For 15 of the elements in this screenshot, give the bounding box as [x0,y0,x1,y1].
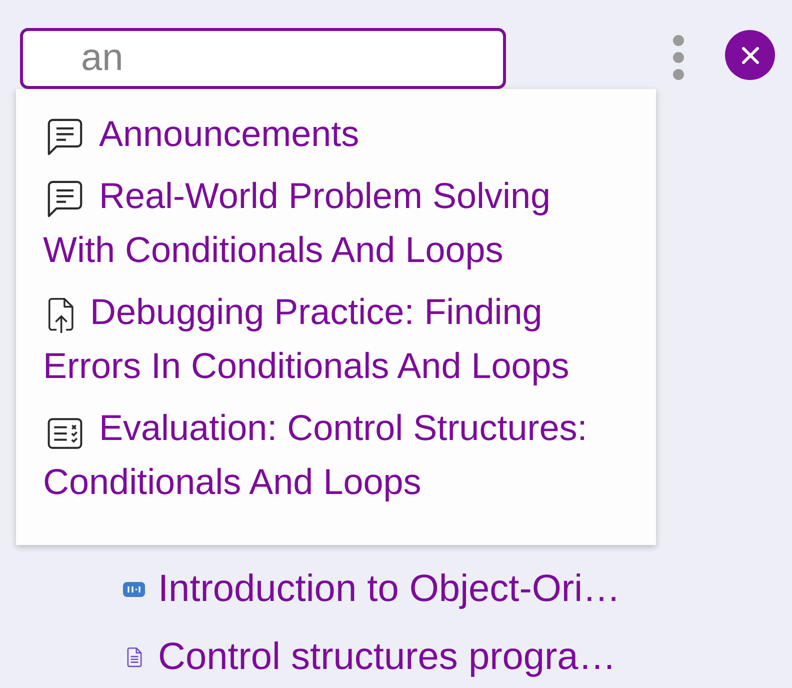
search-result-link[interactable]: Evaluation: Control Structures: Conditionals And Loops [43,401,610,509]
close-button[interactable] [725,30,775,80]
search-result-link[interactable]: Real-World Problem Solving With Conditionals And Loops [43,169,610,277]
activity-link[interactable]: Control structures progra… [158,636,616,678]
checklist-icon [47,417,83,450]
search-result-link[interactable]: Debugging Practice: Finding Errors In Conditionals And Loops [43,285,610,393]
chat-bubble-icon [47,118,83,156]
activity-link[interactable]: Introduction to Object-Ori… [158,568,621,610]
chat-bubble-icon [47,180,83,218]
close-icon [742,46,758,64]
search-result-link[interactable]: Announcements [43,107,610,161]
badge-icon [123,582,145,596]
search-field[interactable]: an [20,28,506,89]
document-icon [126,646,142,668]
file-upload-icon [47,297,74,334]
